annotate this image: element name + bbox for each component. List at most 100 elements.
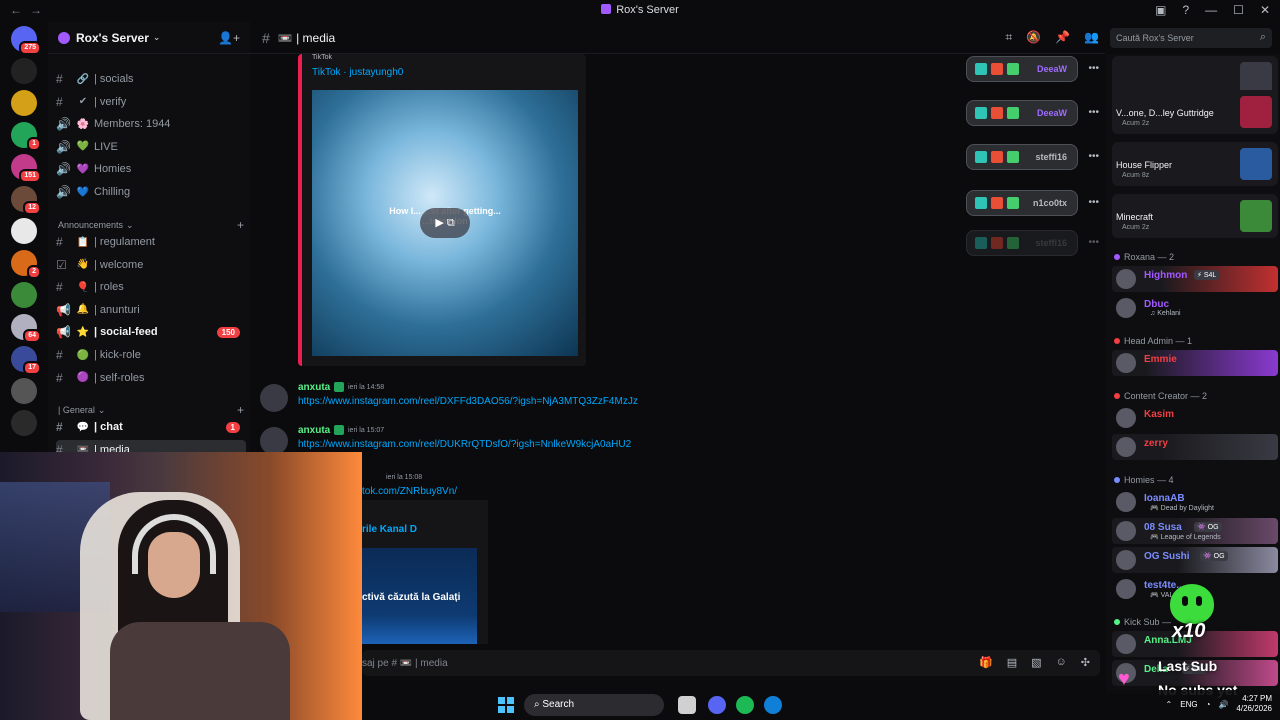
reaction-chip[interactable]: steffi16 ••• [966, 230, 1099, 256]
threads-icon[interactable]: ⌗ [1005, 30, 1012, 45]
member-list-icon[interactable]: 👥 [1084, 30, 1099, 45]
reaction-chip[interactable]: DeeaW ••• [966, 100, 1099, 126]
member-row[interactable]: Highmon ⚡ S4L [1112, 266, 1278, 292]
windows-start-icon[interactable] [498, 697, 514, 713]
close-button[interactable]: ✕ [1260, 3, 1270, 17]
sticker-icon[interactable]: ▧ [1031, 656, 1041, 669]
embed-title[interactable]: rile Kanal D [362, 524, 417, 535]
channel-kick-role[interactable]: # 🟢 | kick-role [56, 345, 246, 365]
discord-icon[interactable] [708, 696, 726, 714]
server-icon-server-orange[interactable]: 2 [11, 250, 41, 279]
more-options-icon[interactable]: ••• [1088, 237, 1099, 248]
message-link[interactable]: https://www.instagram.com/reel/DUKRrQTDs… [298, 439, 631, 450]
clock[interactable]: 4:27 PM 4/26/2026 [1236, 694, 1272, 714]
taskbar-search[interactable]: ⌕ Search [524, 694, 664, 716]
server-icon-server-green[interactable]: 1 [11, 122, 41, 151]
member-row[interactable]: Dbuc ♫ Kehlani [1112, 295, 1278, 321]
server-icon-server-wzg[interactable] [11, 410, 37, 436]
channel-welcome[interactable]: ☑ 👋 | welcome [56, 255, 246, 275]
mute-bell-icon[interactable]: 🔕 [1026, 30, 1041, 45]
section-title: Content Creator — 2 [1124, 391, 1208, 401]
gift-icon[interactable]: 🎁 [979, 656, 993, 669]
server-icon-server-leaf[interactable] [11, 282, 37, 308]
channel-label: | social-feed [94, 326, 158, 339]
message-composer[interactable]: saj pe # 📼 | media 🎁 ▤ ▧ ☺ ✣ [362, 650, 1100, 676]
server-icon-server-cat[interactable]: 12 [11, 186, 41, 215]
reaction-chip[interactable]: n1co0tx ••• [966, 190, 1099, 216]
minimize-button[interactable]: — [1205, 3, 1217, 17]
more-options-icon[interactable]: ••• [1088, 151, 1099, 162]
channel-live[interactable]: 🔊 💚 LIVE [56, 137, 246, 157]
reaction-emoji-icon [975, 151, 987, 163]
channel-anunturi[interactable]: 📢 🔔 | anunturi [56, 300, 246, 320]
play-button[interactable]: ▶ ⧉ [420, 208, 470, 238]
channel-homies[interactable]: 🔊 💜 Homies [56, 159, 246, 179]
server-icon-server-blue[interactable]: 17 [11, 346, 41, 375]
help-icon[interactable]: ? [1182, 3, 1189, 17]
server-icon-direct-messages[interactable]: 275 [11, 26, 41, 55]
channel-regulament[interactable]: # 📋 | regulament [56, 232, 246, 252]
member-row[interactable]: OG Sushi 👾 OG [1112, 547, 1278, 573]
server-icon-server-gold[interactable] [11, 90, 37, 116]
activity-card[interactable]: Minecraft Acum 2z [1112, 194, 1278, 238]
server-icon-server-anime[interactable]: 64 [11, 314, 41, 343]
volume-icon[interactable]: 🔊 [1218, 700, 1228, 709]
channel-social-feed[interactable]: 📢 ⭐ | social-feed 150 [56, 322, 246, 342]
spotify-icon[interactable] [736, 696, 754, 714]
wifi-icon[interactable]: ◔ [1206, 700, 1211, 709]
channel-roles[interactable]: # 🎈 | roles [56, 277, 246, 297]
message-link[interactable]: tok.com/ZNRbuy8Vn/ [362, 486, 457, 497]
server-icon-server-white[interactable] [11, 218, 37, 244]
file-explorer-icon[interactable] [678, 696, 696, 714]
emoji-icon[interactable]: ☺ [1056, 656, 1067, 669]
server-icon-server-w[interactable] [11, 58, 37, 84]
activity-card[interactable]: V...one, D...ley Guttridge Acum 2z [1112, 90, 1278, 134]
server-icon-server-pink[interactable]: 151 [11, 154, 41, 183]
apps-icon[interactable]: ✣ [1081, 656, 1090, 669]
edge-icon[interactable] [764, 696, 782, 714]
message-username[interactable]: anxuta [298, 425, 330, 436]
message-link[interactable]: https://www.instagram.com/reel/DXFFd3DAO… [298, 396, 638, 407]
member-row[interactable]: 08 Susa 🎮 League of Legends 👾 OG [1112, 518, 1278, 544]
server-icon-server-x[interactable] [11, 378, 37, 404]
member-row[interactable]: Kasim [1112, 405, 1278, 431]
channel-verify[interactable]: # ✔ | verify [56, 92, 246, 112]
add-channel-icon[interactable]: + [237, 218, 244, 232]
server-header[interactable]: Rox's Server ⌄ 👤+ [48, 22, 250, 54]
reaction-chip[interactable]: DeeaW ••• [966, 56, 1099, 82]
invite-people-icon[interactable]: 👤+ [218, 31, 240, 45]
activity-card[interactable]: House Flipper Acum 8z [1112, 142, 1278, 186]
inbox-icon[interactable]: ▣ [1155, 3, 1166, 17]
member-row[interactable]: Emmie [1112, 350, 1278, 376]
avatar[interactable] [260, 384, 288, 412]
embed-author-link[interactable]: TikTok · justayungh0 [312, 67, 403, 78]
embed-provider: TikTok [312, 54, 332, 61]
hash-icon: # [262, 29, 270, 46]
search-input[interactable]: Caută Rox's Server ⌕ [1110, 28, 1272, 48]
member-row[interactable]: zerry [1112, 434, 1278, 460]
tray-chevron-icon[interactable]: ⌃ [1166, 700, 1173, 709]
pin-icon[interactable]: 📌 [1055, 30, 1070, 45]
avatar[interactable] [260, 427, 288, 455]
message-username[interactable]: anxuta [298, 382, 330, 393]
channel-chilling[interactable]: 🔊 💙 Chilling [56, 182, 246, 202]
member-row[interactable]: IoanaAB 🎮 Dead by Daylight [1112, 489, 1278, 515]
more-options-icon[interactable]: ••• [1088, 197, 1099, 208]
reaction-chip[interactable]: steffi16 ••• [966, 144, 1099, 170]
more-options-icon[interactable]: ••• [1088, 63, 1099, 74]
category-announcements[interactable]: Announcements ⌄ + [58, 218, 244, 232]
embed-video-thumbnail[interactable]: How I... ...st after getting... ...terme… [312, 90, 578, 356]
gif-icon[interactable]: ▤ [1007, 656, 1017, 669]
channel-type-icon: # [56, 235, 63, 249]
add-channel-icon[interactable]: + [237, 403, 244, 417]
channel-chat[interactable]: # 💬 | chat 1 [56, 417, 246, 437]
category-general[interactable]: | General ⌄ + [58, 403, 244, 417]
channel-members-1944[interactable]: 🔊 🌸 Members: 1944 [56, 114, 246, 134]
member-name: Highmon [1144, 270, 1188, 281]
embed-image[interactable]: ctivă căzută la Galați [362, 548, 477, 644]
more-options-icon[interactable]: ••• [1088, 107, 1099, 118]
channel-self-roles[interactable]: # 🟣 | self-roles [56, 368, 246, 388]
channel-socials[interactable]: # 🔗 | socials [56, 69, 246, 89]
language-indicator[interactable]: ENG [1180, 700, 1197, 709]
maximize-button[interactable]: ☐ [1233, 3, 1244, 17]
